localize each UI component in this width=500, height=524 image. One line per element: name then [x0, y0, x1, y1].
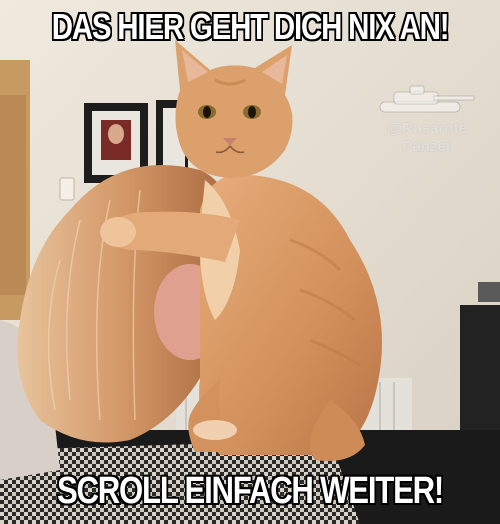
watermark: @Rosarote Panzer	[372, 82, 482, 162]
photo-scene	[0, 0, 500, 524]
side-table	[460, 305, 500, 445]
watermark-line2: Panzer	[402, 138, 452, 155]
watermark-line1: @Rosarote	[387, 120, 467, 137]
tank-icon	[379, 85, 475, 113]
top-caption: DAS HIER GEHT DICH NIX AN!	[51, 6, 450, 47]
bottom-caption: SCROLL EINFACH WEITER!	[56, 470, 444, 512]
light-switch	[59, 177, 75, 201]
meme-image: @Rosarote Panzer DAS HIER GEHT DICH NIX …	[0, 0, 500, 524]
cat-paw	[100, 217, 136, 247]
